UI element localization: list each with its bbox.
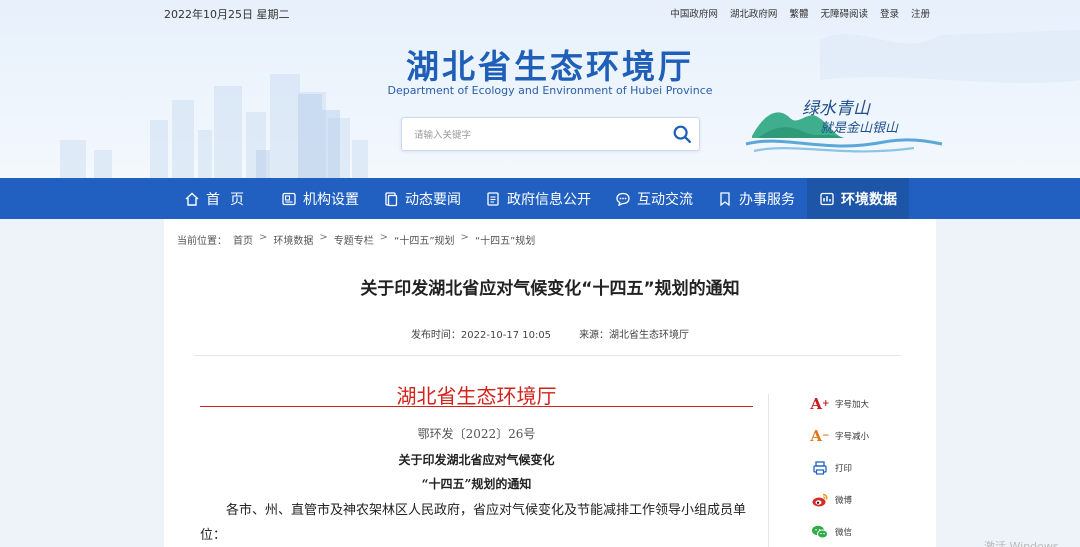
nav-interaction-label: 互动交流 <box>637 191 693 208</box>
top-links: 中国政府网 湖北政府网 繁體 无障碍阅读 登录 注册 <box>670 6 930 20</box>
document-issuer: 湖北省生态环境厅 <box>396 384 557 408</box>
breadcrumb-env-data[interactable]: 环境数据 <box>273 232 313 247</box>
breadcrumb: 当前位置： 首页 > 环境数据 > 专题专栏 > “十四五”规划 > “十四五”… <box>177 232 535 247</box>
nav-env-data-label: 环境数据 <box>841 191 897 208</box>
slogan-line1: 绿水青山 <box>802 99 871 119</box>
document-number: 鄂环发〔2022〕26号 <box>417 427 536 441</box>
search-input[interactable] <box>414 126 654 144</box>
weibo-label: 微博 <box>835 496 853 506</box>
publish-time: 发布时间：2022-10-17 10:05 <box>410 330 552 341</box>
data-icon <box>820 192 834 205</box>
weibo-icon <box>810 491 830 509</box>
breadcrumb-14th-plan-current[interactable]: “十四五”规划 <box>475 232 535 247</box>
link-hubei-gov[interactable]: 湖北政府网 <box>730 6 778 20</box>
link-traditional-chinese[interactable]: 繁體 <box>789 6 808 20</box>
print-button[interactable]: 打印 <box>810 456 852 480</box>
breadcrumb-special-topics[interactable]: 专题专栏 <box>334 232 374 247</box>
nav-gov-info-label: 政府信息公开 <box>507 191 591 208</box>
nav-services[interactable]: 办事服务 <box>705 178 807 219</box>
title-divider <box>194 355 901 356</box>
nav-env-data[interactable]: 环境数据 <box>807 178 909 219</box>
link-login[interactable]: 登录 <box>880 6 899 20</box>
slogan-line2: 就是金山银山 <box>820 120 899 136</box>
article-meta: 发布时间：2022-10-17 10:05 来源：湖北省生态环境厅 <box>164 326 936 341</box>
print-icon <box>810 459 830 477</box>
chat-icon <box>616 192 630 206</box>
nav-organization[interactable]: 机构设置 <box>269 178 371 219</box>
sidebar-divider <box>768 394 769 547</box>
news-icon <box>385 191 398 206</box>
document-red-line <box>200 406 753 407</box>
main-nav: 首页 机构设置 动态要闻 政府信息公开 互动交流 办事服务 环境数据 <box>0 178 1080 219</box>
nav-home[interactable]: 首页 <box>164 178 269 219</box>
print-label: 打印 <box>835 464 853 474</box>
document-icon <box>487 191 499 206</box>
article-title: 关于印发湖北省应对气候变化“十四五”规划的通知 <box>360 279 740 299</box>
breadcrumb-separator: > <box>379 232 389 243</box>
bookmark-icon <box>720 191 730 206</box>
wechat-share-button[interactable]: 微信 <box>810 520 852 544</box>
font-increase-icon: A + <box>810 395 830 413</box>
font-decrease-label: 字号减小 <box>835 432 870 442</box>
breadcrumb-separator: > <box>259 232 268 243</box>
article-panel: 当前位置： 首页 > 环境数据 > 专题专栏 > “十四五”规划 > “十四五”… <box>164 219 936 547</box>
nav-news[interactable]: 动态要闻 <box>371 178 473 219</box>
font-increase-button[interactable]: A + 字号加大 <box>810 392 869 416</box>
nav-gov-info[interactable]: 政府信息公开 <box>473 178 603 219</box>
link-gov-cn[interactable]: 中国政府网 <box>670 6 718 20</box>
site-title: 湖北省生态环境厅 <box>406 47 694 86</box>
nav-news-label: 动态要闻 <box>405 191 461 208</box>
current-date: 2022年10月25日 星期二 <box>164 8 290 21</box>
document-title-line2: “十四五”规划的通知 <box>421 477 532 491</box>
wechat-label: 微信 <box>835 528 853 538</box>
article-source: 来源：湖北省生态环境厅 <box>579 330 690 341</box>
nav-interaction[interactable]: 互动交流 <box>603 178 705 219</box>
breadcrumb-separator: > <box>319 232 328 243</box>
document-title-line1: 关于印发湖北省应对气候变化 <box>398 453 555 467</box>
link-register[interactable]: 注册 <box>911 6 930 20</box>
weibo-share-button[interactable]: 微博 <box>810 488 852 512</box>
wechat-icon <box>810 523 830 541</box>
nav-organization-label: 机构设置 <box>303 191 359 208</box>
document-body: 各市、州、直管市及神农架林区人民政府，省应对气候变化及节能减排工作领导小组成员单… <box>200 503 747 543</box>
breadcrumb-separator: > <box>460 232 469 243</box>
search-icon[interactable] <box>671 123 693 145</box>
nav-services-label: 办事服务 <box>739 191 795 208</box>
link-accessibility[interactable]: 无障碍阅读 <box>820 6 868 20</box>
font-decrease-button[interactable]: A − 字号减小 <box>810 424 869 448</box>
windows-activation-watermark: 激活 Windows <box>984 540 1059 547</box>
slogan-logo: 绿水青山 就是金山银山 <box>745 99 943 153</box>
font-increase-label: 字号加大 <box>835 400 870 410</box>
nav-home-label: 首页 <box>206 191 254 208</box>
org-icon <box>282 192 296 205</box>
breadcrumb-home[interactable]: 首页 <box>233 232 253 247</box>
home-icon <box>185 192 199 206</box>
breadcrumb-14th-plan[interactable]: “十四五”规划 <box>394 232 454 247</box>
top-bar: 2022年10月25日 星期二 中国政府网 湖北政府网 繁體 无障碍阅读 登录 … <box>0 0 1080 26</box>
search-box <box>401 117 700 151</box>
font-decrease-icon: A − <box>810 427 830 445</box>
breadcrumb-prefix: 当前位置： <box>177 236 227 247</box>
